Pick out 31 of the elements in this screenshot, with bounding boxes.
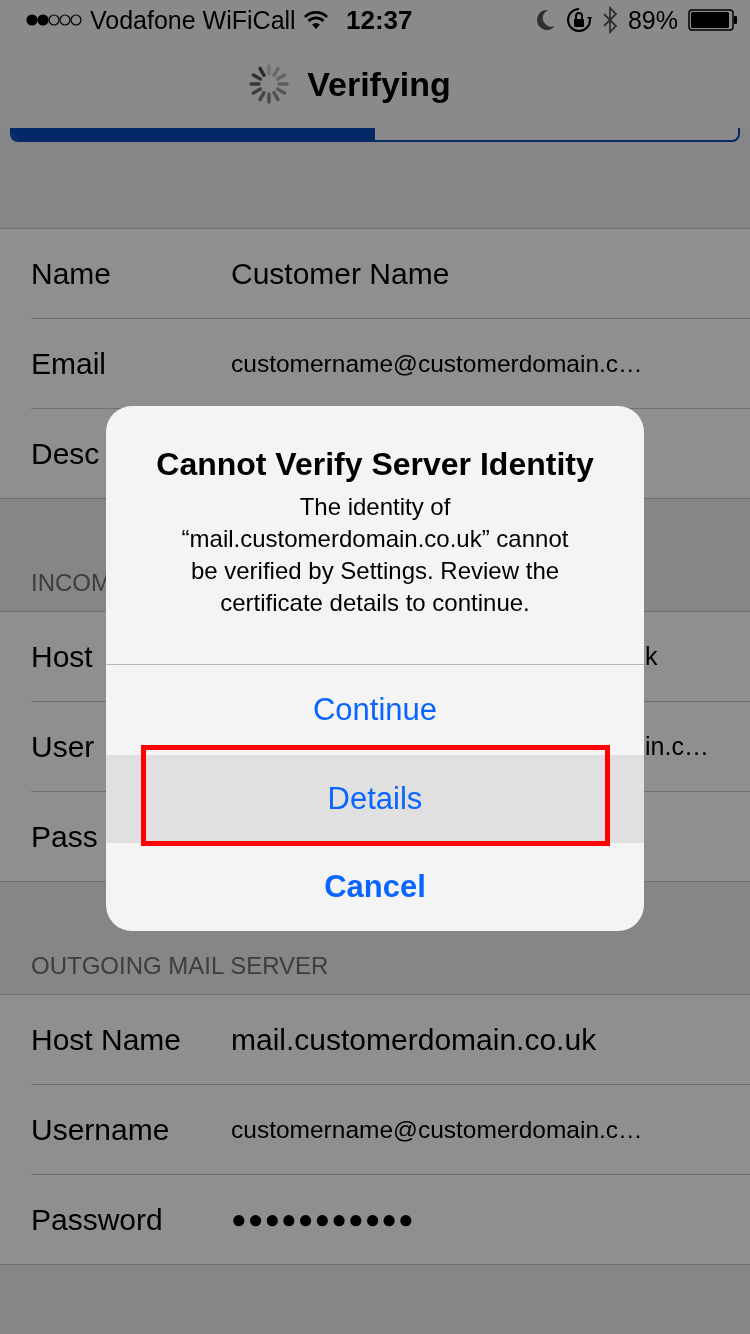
field-value[interactable]: Customer Name	[231, 256, 450, 291]
moon-icon	[535, 9, 556, 31]
field-label: Name	[31, 256, 113, 291]
field-value[interactable]: mail.customerdomain.co.uk	[231, 1022, 597, 1057]
rotation-lock-icon	[565, 7, 592, 33]
signal-icon	[26, 14, 82, 26]
field-label: Pass	[31, 819, 98, 854]
field-label: Host	[31, 639, 93, 674]
clock-time: 12:37	[346, 4, 413, 36]
alert-message: The identity of “mail.customerdomain.co.uk” cannot be verified by Settings. Review the certificate details to continue.	[180, 492, 570, 618]
section-header: OUTGOING MAIL SERVER	[31, 952, 329, 980]
field-label: Password	[31, 1202, 164, 1237]
wifi-icon	[303, 11, 328, 29]
field-value: in.c…	[645, 732, 709, 761]
battery-icon	[688, 9, 738, 31]
battery-percent: 89%	[627, 5, 678, 35]
alert-title: Cannot Verify Server Identity	[156, 446, 594, 483]
bluetooth-icon	[601, 6, 618, 34]
nav-title: Verifying	[307, 64, 451, 104]
field-value[interactable]: customername@customerdomain.c…	[231, 349, 643, 378]
field-label: User	[31, 729, 95, 764]
field-value[interactable]: customername@customerdomain.c…	[231, 1115, 643, 1144]
alert-button[interactable]: Cancel	[106, 843, 644, 931]
carrier-name: Vodafone WiFiCall	[90, 5, 296, 35]
field-label: Host Name	[31, 1022, 183, 1057]
password-dots[interactable]: ●●●●●●●●●●●	[231, 1204, 415, 1235]
field-label: Email	[31, 346, 107, 381]
field-value: k	[645, 642, 658, 671]
field-label: Desc	[31, 436, 100, 471]
field-label: Username	[31, 1112, 171, 1147]
alert-button[interactable]: Details	[106, 755, 644, 843]
